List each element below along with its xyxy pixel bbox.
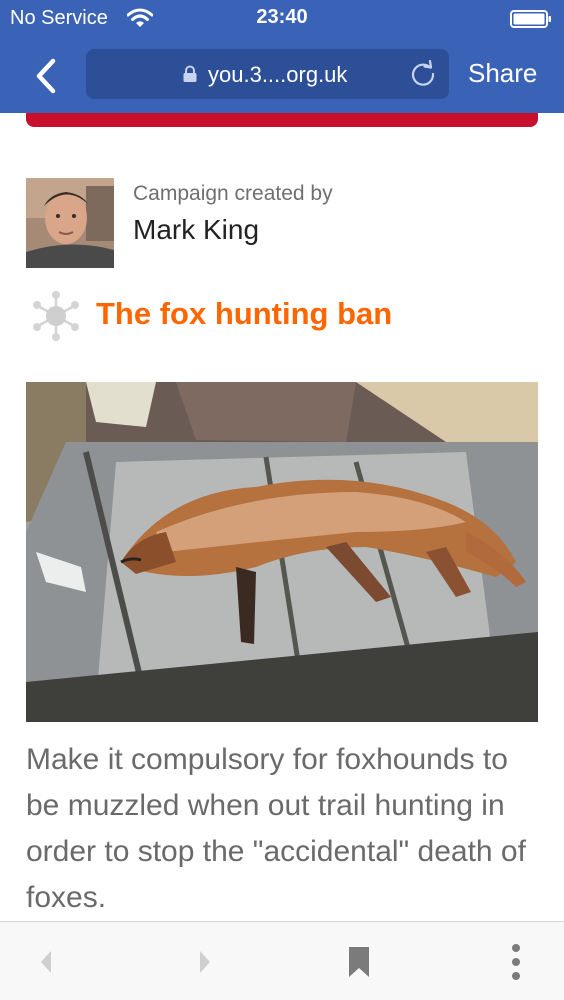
url-text: you.3....org.uk — [208, 62, 348, 87]
toolbar-back-button[interactable] — [34, 944, 58, 980]
browser-bottom-toolbar — [0, 921, 564, 1000]
address-bar[interactable]: you.3....org.uk — [86, 49, 449, 99]
bookmark-button[interactable] — [346, 944, 372, 980]
chevron-left-icon — [36, 58, 56, 94]
status-bar: No Service 23:40 — [0, 0, 564, 36]
campaign-title-row: The fox hunting ban — [26, 286, 538, 346]
virus-icon — [33, 291, 79, 341]
avatar[interactable] — [26, 178, 114, 268]
created-by-label: Campaign created by — [133, 182, 333, 205]
battery-icon — [510, 10, 551, 28]
toolbar-forward-button[interactable] — [193, 944, 217, 980]
creator-block: Campaign created by Mark King — [26, 178, 538, 268]
campaign-photo — [26, 382, 538, 722]
lock-icon — [183, 65, 197, 82]
more-options-button[interactable] — [506, 944, 526, 980]
back-arrow-icon — [41, 951, 51, 973]
bookmark-icon — [349, 947, 369, 977]
browser-back-button[interactable] — [26, 54, 66, 98]
creator-name[interactable]: Mark King — [133, 214, 259, 246]
status-time: 23:40 — [256, 6, 308, 28]
more-vertical-icon — [512, 944, 520, 980]
browser-top-bar: No Service 23:40 you.3....org.uk Share — [0, 0, 564, 113]
campaign-title: The fox hunting ban — [96, 296, 393, 331]
reload-icon[interactable] — [409, 60, 437, 88]
sign-button-edge[interactable] — [26, 113, 538, 127]
campaign-description: Make it compulsory for foxhounds to be m… — [26, 743, 526, 914]
forward-arrow-icon — [200, 951, 210, 973]
share-button[interactable]: Share — [468, 58, 537, 89]
